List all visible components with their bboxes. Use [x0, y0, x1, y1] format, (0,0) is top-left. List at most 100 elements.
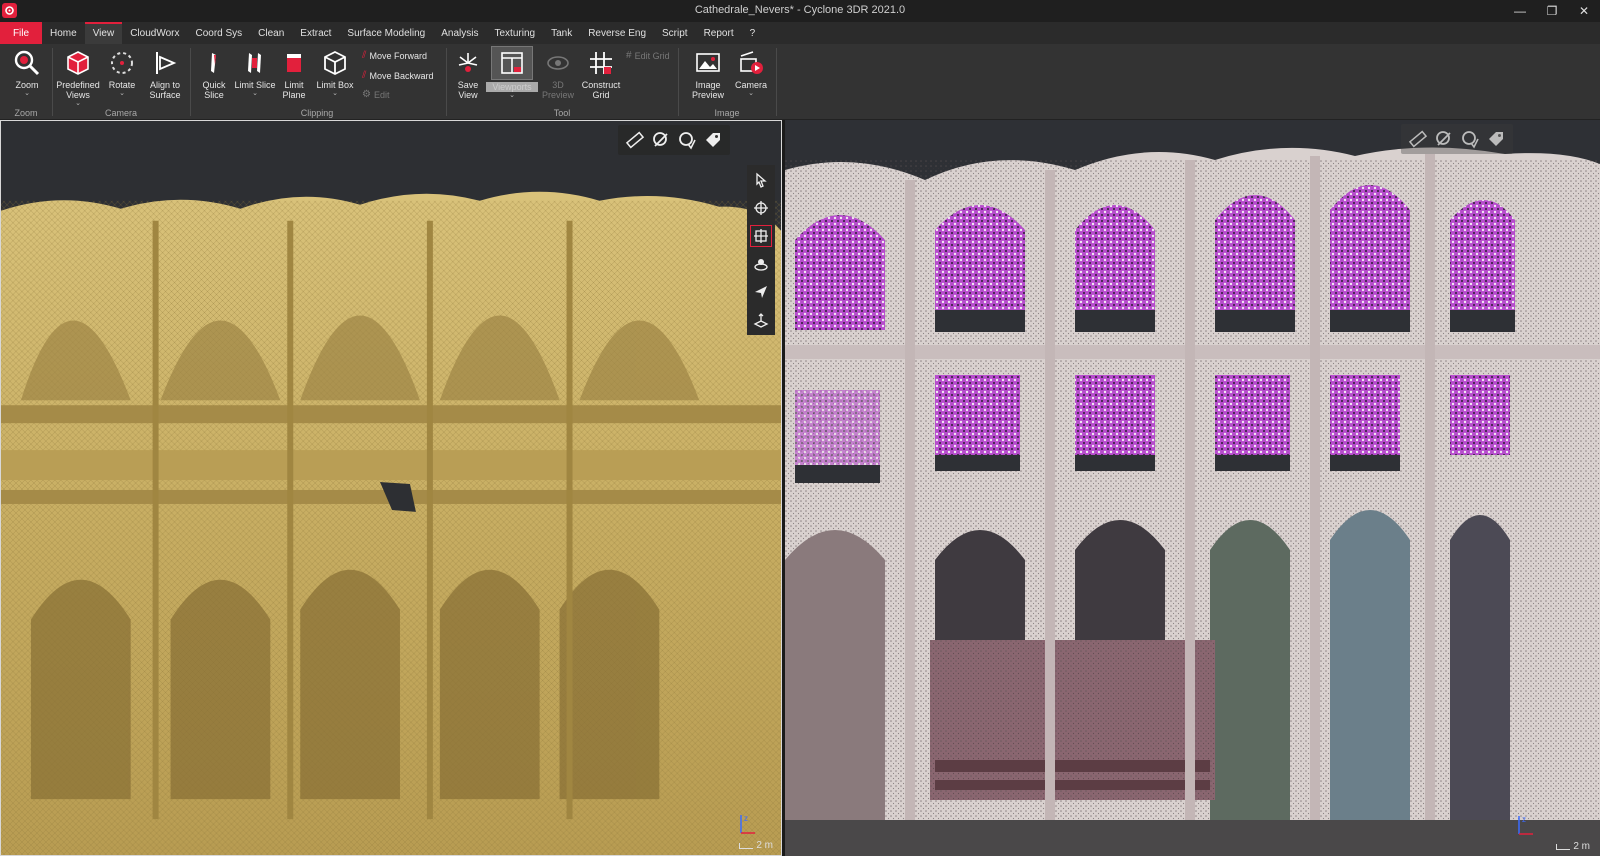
tab-file[interactable]: File: [0, 22, 42, 44]
viewports-button[interactable]: Viewports ⌄: [486, 46, 538, 100]
tab-reverse-eng[interactable]: Reverse Eng: [580, 22, 654, 44]
ribbon-panel: Zoom ⌄ Zoom Predefined Views ⌄ Rotate ⌄ …: [0, 44, 1600, 120]
tab-clean[interactable]: Clean: [250, 22, 292, 44]
move-backward-icon: ⫽: [362, 70, 367, 81]
move-forward-icon: ⫽: [362, 50, 367, 61]
select-icon[interactable]: [750, 169, 772, 191]
quick-slice-label-2: Slice: [204, 90, 224, 100]
3d-preview-label: 3D Preview: [541, 80, 574, 100]
save-view-button[interactable]: Save View: [452, 48, 484, 100]
limit-slice-button[interactable]: Limit Slice ⌄: [234, 48, 276, 98]
save-view-label-2: View: [458, 90, 478, 100]
axis-gizmo-left: z: [740, 814, 755, 834]
tag-icon[interactable]: [1485, 128, 1507, 150]
tab-texturing[interactable]: Texturing: [487, 22, 544, 44]
construct-grid-button[interactable]: Construct Grid: [580, 48, 622, 100]
construct-grid-label-2: Grid: [592, 90, 610, 100]
limit-plane-button[interactable]: Limit Plane: [278, 48, 310, 100]
fit-icon[interactable]: [750, 225, 772, 247]
tab-tank[interactable]: Tank: [543, 22, 580, 44]
label-icon[interactable]: [650, 129, 672, 151]
rotate-button[interactable]: Rotate ⌄: [104, 48, 140, 98]
camera-button[interactable]: Camera ⌄: [732, 48, 770, 98]
chevron-down-icon: ⌄: [332, 90, 338, 97]
zoom-icon: [12, 48, 42, 78]
image-preview-button[interactable]: Image Preview: [686, 48, 730, 100]
close-icon: ✕: [1578, 4, 1590, 18]
tab-coord-sys[interactable]: Coord Sys: [187, 22, 250, 44]
tab-script[interactable]: Script: [654, 22, 696, 44]
viewport-left-mesh[interactable]: z 2 m: [0, 120, 782, 856]
scale-label-right: 2 m: [1573, 841, 1590, 852]
pan-icon[interactable]: [750, 197, 772, 219]
chevron-down-icon: ⌄: [748, 90, 754, 97]
scale-label-left: 2 m: [756, 840, 773, 851]
axis-label-right: z: [1522, 815, 1526, 824]
minimize-button[interactable]: —: [1504, 0, 1536, 22]
image-preview-label-1: Image: [695, 80, 721, 90]
viewport-right-pointcloud[interactable]: z 2 m: [785, 120, 1600, 856]
close-button[interactable]: ✕: [1568, 0, 1600, 22]
edit-clipping-button[interactable]: ⚙ Edit: [362, 89, 389, 100]
3d-preview-button[interactable]: 3D Preview: [536, 48, 580, 100]
grid-icon: [586, 48, 616, 78]
quick-slice-button[interactable]: Quick Slice: [196, 48, 232, 100]
tab-surface-modeling[interactable]: Surface Modeling: [339, 22, 433, 44]
chevron-down-icon: ⌄: [252, 90, 258, 97]
window-controls: — ❐ ✕: [1504, 0, 1600, 22]
limit-box-label: Limit Box: [316, 80, 354, 90]
viewport-left-toolbar: [618, 125, 730, 155]
limit-slice-label: Limit Slice: [234, 80, 276, 90]
restore-icon: ❐: [1546, 4, 1558, 18]
predefined-views-button[interactable]: Predefined Views ⌄: [56, 48, 100, 108]
grid-small-icon: #: [626, 50, 632, 61]
window-title: Cathedrale_Nevers* - Cyclone 3DR 2021.0: [694, 4, 906, 16]
group-label-clipping: Clipping: [300, 108, 334, 118]
restore-button[interactable]: ❐: [1536, 0, 1568, 22]
image-preview-label-2: Preview: [691, 90, 724, 100]
tab-home[interactable]: Home: [42, 22, 85, 44]
align-label-2: Surface: [149, 90, 181, 100]
move-backward-button[interactable]: ⫽ Move Backward: [362, 70, 434, 81]
label-icon[interactable]: [1433, 128, 1455, 150]
tag-icon[interactable]: [702, 129, 724, 151]
group-label-tool: Tool: [553, 108, 571, 118]
ruler-icon[interactable]: [624, 129, 646, 151]
camera-icon: [736, 48, 766, 78]
annotation-icon[interactable]: [1459, 128, 1481, 150]
predefined-label-2: Views: [66, 90, 90, 100]
ruler-icon[interactable]: [1407, 128, 1429, 150]
tab-help[interactable]: ?: [742, 22, 764, 44]
title-bar: Cathedrale_Nevers* - Cyclone 3DR 2021.0 …: [0, 0, 1600, 22]
group-separator: [190, 48, 191, 116]
tab-cloudworx[interactable]: CloudWorx: [122, 22, 187, 44]
viewports-icon: [491, 46, 533, 80]
pointcloud-scene: [785, 120, 1600, 856]
tab-extract[interactable]: Extract: [292, 22, 339, 44]
chevron-down-icon: ⌄: [24, 90, 30, 97]
camera-label: Camera: [734, 80, 767, 90]
viewport-right-toolbar: [1401, 124, 1513, 154]
chevron-down-icon: ⌄: [119, 90, 125, 97]
group-separator: [678, 48, 679, 116]
edit-grid-button[interactable]: # Edit Grid: [626, 50, 670, 61]
cube-icon: [63, 48, 93, 78]
orbit-icon[interactable]: [750, 253, 772, 275]
tab-view[interactable]: View: [84, 22, 123, 44]
zoom-button[interactable]: Zoom ⌄: [10, 48, 44, 98]
image-icon: [693, 48, 723, 78]
group-separator: [52, 48, 53, 116]
zoom-label: Zoom: [15, 80, 39, 90]
tab-report[interactable]: Report: [696, 22, 742, 44]
annotation-icon[interactable]: [676, 129, 698, 151]
tab-analysis[interactable]: Analysis: [433, 22, 486, 44]
limit-box-button[interactable]: Limit Box ⌄: [314, 48, 356, 98]
move-forward-button[interactable]: ⫽ Move Forward: [362, 50, 427, 61]
fly-icon[interactable]: [750, 281, 772, 303]
align-surface-icon: [150, 48, 180, 78]
group-separator: [776, 48, 777, 116]
app-window: Cathedrale_Nevers* - Cyclone 3DR 2021.0 …: [0, 0, 1600, 856]
elevation-icon[interactable]: [750, 309, 772, 331]
align-label-1: Align to: [149, 80, 181, 90]
align-to-surface-button[interactable]: Align to Surface: [144, 48, 186, 100]
